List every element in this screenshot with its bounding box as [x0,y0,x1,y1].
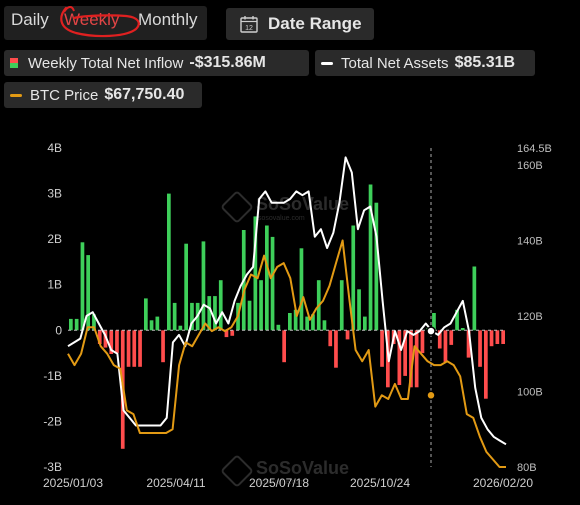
inflow-bar [69,318,73,331]
y-right-tick-label: 100B [517,386,543,398]
inflow-bar [374,202,379,331]
x-tick-label: 2025/07/18 [249,476,309,490]
inflow-bar [322,320,327,331]
inflow-bar [259,280,263,331]
inflow-bar [172,302,177,331]
y-left-tick-label: -2B [43,414,62,428]
y-left-tick-label: 0 [55,323,62,337]
inflow-bar [501,330,505,344]
inflow-bar [167,193,171,331]
inflow-bar [305,316,309,331]
inflow-bar [218,280,223,331]
y-left-tick-label: -1B [43,369,62,383]
y-right-tick-label: 120B [517,311,543,323]
bar-series [69,184,505,449]
inflow-bar [126,330,131,367]
inflow-bar [357,289,361,331]
y-left-tick-label: 2B [47,232,62,246]
inflow-bar [478,330,482,367]
inflow-bar [299,248,304,331]
y-right-tick-label: 160B [517,160,543,172]
watermark-logo-icon [221,455,253,487]
inflow-bar [265,225,269,331]
y-right-tick-label: 140B [517,235,543,247]
inflow-bar [138,330,142,367]
inflow-bar [270,236,275,331]
inflow-bar [80,242,85,331]
inflow-bar [144,298,148,331]
crosshair-marker [426,326,436,336]
inflow-bar [449,330,454,345]
inflow-bar [213,296,217,331]
watermark-text: SoSoValue [256,194,349,214]
inflow-bar [420,330,425,354]
y-right-tick-label: 80B [517,462,537,474]
inflow-bar [339,280,344,331]
total-net-assets-line [67,156,507,446]
inflow-bar [86,255,90,331]
inflow-bar [247,300,252,331]
inflow-bar [328,330,333,347]
inflow-bar [443,330,448,363]
y-left-tick-label: -3B [43,460,62,474]
inflow-bar [74,318,79,331]
watermark-text: SoSoValue [256,458,349,478]
x-tick-label: 2026/02/20 [473,476,533,490]
inflow-bar [201,241,206,331]
inflow-bar [414,330,419,388]
x-tick-label: 2025/04/11 [146,476,205,490]
y-left-tick-label: 4B [47,141,62,155]
inflow-bar [484,330,488,399]
inflow-bar [489,330,494,347]
inflow-bar [161,330,165,363]
crosshair-marker [426,390,436,401]
inflow-bar [178,325,183,331]
inflow-bar [132,330,137,367]
inflow-bar [282,330,286,363]
inflow-bar [345,330,350,340]
inflow-bar [276,324,281,331]
inflow-bar [334,330,338,368]
y-left-tick-label: 3B [47,187,62,201]
inflow-bar [115,330,119,354]
y-left-tick-label: 1B [47,278,62,292]
inflow-bar [495,330,500,344]
y-right-tick-label: 164.5B [517,143,552,155]
inflow-bar [380,330,384,367]
inflow-bar [155,316,160,331]
crosshair-overlay [426,148,436,467]
x-tick-label: 2025/01/03 [43,476,103,490]
inflow-bar [184,243,188,331]
inflow-bar [230,330,235,336]
inflow-bar [363,316,367,331]
inflow-bar [149,320,154,331]
etf-flow-chart[interactable]: SoSoValuesosovalue.comSoSoValuesosovalue… [0,0,580,505]
inflow-bar [472,266,477,331]
x-tick-label: 2025/10/24 [350,476,410,490]
watermark-logo-icon [221,191,253,223]
inflow-bar [288,313,292,331]
watermark-subtext: sosovalue.com [258,215,305,222]
